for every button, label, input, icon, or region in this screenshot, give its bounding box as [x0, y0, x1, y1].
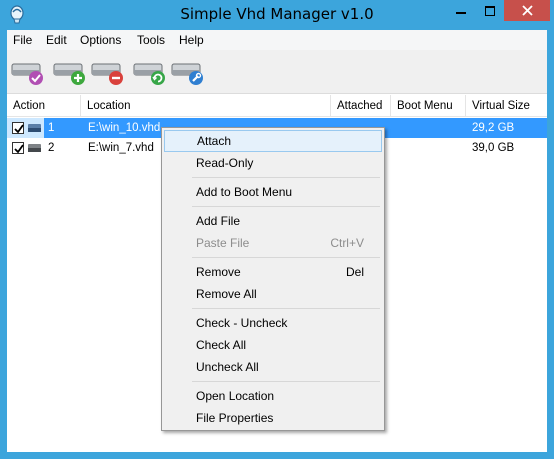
close-button[interactable]: [504, 0, 550, 21]
row-index: 1: [48, 122, 55, 134]
menu-item-remove[interactable]: Remove Del: [164, 261, 382, 283]
menu-item-add-file[interactable]: Add File: [164, 210, 382, 232]
menu-separator: [192, 381, 380, 382]
row-virtual-size: 29,2 GB: [472, 122, 515, 134]
menu-edit[interactable]: Edit: [46, 33, 67, 47]
menu-item-label: File Properties: [196, 411, 274, 425]
menu-item-label: Remove All: [196, 287, 257, 301]
menu-item-open-location[interactable]: Open Location: [164, 385, 382, 407]
row-checkbox[interactable]: [12, 122, 24, 134]
checkmark-icon: [14, 124, 24, 134]
menu-item-label: Attach: [197, 134, 232, 148]
menu-separator: [192, 257, 380, 258]
menu-item-paste-file: Paste File Ctrl+V: [164, 232, 382, 254]
context-menu: Attach Read-Only Add to Boot Menu Add Fi…: [161, 127, 385, 431]
menu-item-remove-all[interactable]: Remove All: [164, 283, 382, 305]
menu-item-label: Check All: [196, 338, 247, 352]
disk-icon: [28, 124, 41, 132]
row-checkbox[interactable]: [12, 142, 24, 154]
menu-item-label: Add to Boot Menu: [196, 185, 293, 199]
menu-tools[interactable]: Tools: [137, 33, 165, 47]
row-location: E:\win_10.vhd: [88, 122, 161, 134]
menu-item-check-all[interactable]: Check All: [164, 334, 382, 356]
disk-settings-icon[interactable]: [170, 54, 206, 90]
menu-item-shortcut: Ctrl+V: [330, 236, 364, 250]
menu-item-label: Paste File: [196, 236, 250, 250]
disk-icon: [28, 144, 41, 152]
menu-item-label: Add File: [196, 214, 241, 228]
maximize-icon: [485, 5, 495, 16]
menu-item-label: Uncheck All: [196, 360, 259, 374]
row-index: 2: [48, 142, 55, 154]
menu-item-uncheck-all[interactable]: Uncheck All: [164, 356, 382, 378]
menu-separator: [192, 206, 380, 207]
list-header: Action Location Attached Boot Menu Virtu…: [7, 95, 547, 117]
menu-item-label: Remove: [196, 265, 241, 279]
column-header-location[interactable]: Location: [81, 95, 331, 117]
menu-help[interactable]: Help: [179, 33, 204, 47]
menu-separator: [192, 308, 380, 309]
menu-item-read-only[interactable]: Read-Only: [164, 152, 382, 174]
minimize-icon: [456, 11, 466, 14]
menu-item-file-properties[interactable]: File Properties: [164, 407, 382, 429]
column-header-action[interactable]: Action: [7, 95, 81, 117]
disk-remove-icon[interactable]: [90, 54, 126, 90]
title-bar[interactable]: Simple Vhd Manager v1.0: [0, 0, 554, 30]
checkmark-icon: [14, 144, 24, 154]
column-header-attached[interactable]: Attached: [331, 95, 391, 117]
menu-separator: [192, 177, 380, 178]
menu-file[interactable]: File: [13, 33, 32, 47]
menu-item-label: Check - Uncheck: [196, 316, 288, 330]
menu-item-attach[interactable]: Attach: [164, 130, 382, 152]
menu-item-check-uncheck[interactable]: Check - Uncheck: [164, 312, 382, 334]
maximize-button[interactable]: [476, 0, 504, 21]
disk-refresh-icon[interactable]: [132, 54, 168, 90]
menu-bar: File Edit Options Tools Help: [7, 30, 547, 50]
menu-item-label: Open Location: [196, 389, 275, 403]
column-header-boot-menu[interactable]: Boot Menu: [391, 95, 466, 117]
row-virtual-size: 39,0 GB: [472, 142, 515, 154]
menu-item-label: Read-Only: [196, 156, 254, 170]
menu-item-add-to-boot-menu[interactable]: Add to Boot Menu: [164, 181, 382, 203]
menu-options[interactable]: Options: [80, 33, 121, 47]
row-location: E:\win_7.vhd: [88, 142, 154, 154]
disk-add-icon[interactable]: [52, 54, 88, 90]
close-icon: [521, 5, 533, 16]
toolbar: [7, 50, 547, 94]
menu-item-shortcut: Del: [345, 265, 364, 279]
minimize-button[interactable]: [447, 0, 475, 21]
disk-check-icon[interactable]: [10, 54, 46, 90]
column-header-virtual-size[interactable]: Virtual Size: [466, 95, 547, 117]
